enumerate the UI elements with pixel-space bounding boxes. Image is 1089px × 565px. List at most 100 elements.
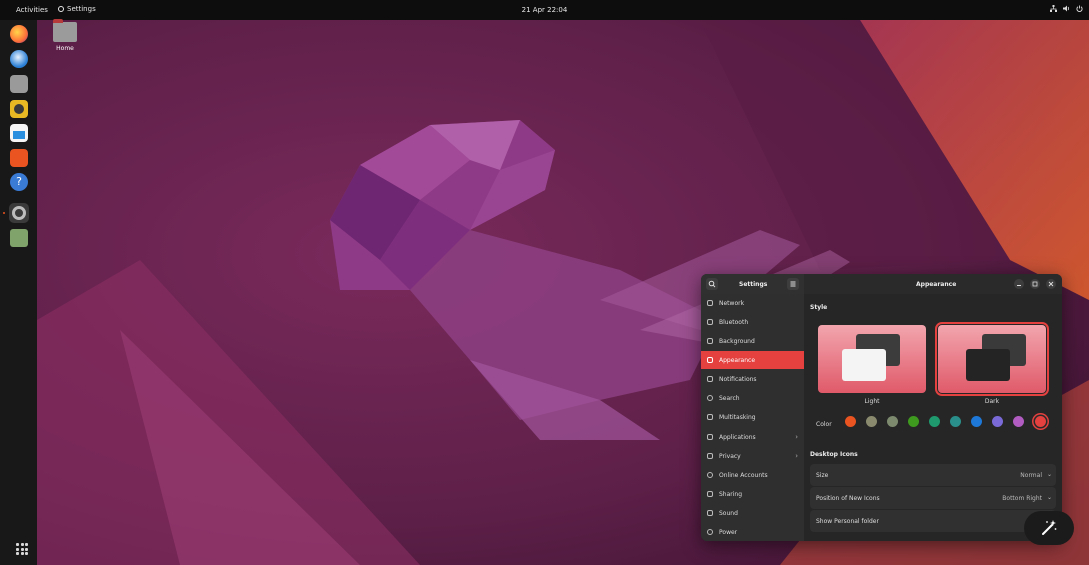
bluetooth-icon — [707, 319, 713, 325]
sidebar-item-power[interactable]: Power — [701, 523, 804, 541]
color-swatch-orange[interactable] — [845, 416, 856, 427]
style-light-option[interactable] — [818, 325, 926, 393]
sidebar-item-notifications[interactable]: Notifications — [701, 370, 804, 388]
color-swatch-magenta[interactable] — [1013, 416, 1024, 427]
settings-sidebar: Settings Network Bluetooth Background Ap… — [701, 274, 804, 541]
online-accounts-icon — [707, 472, 713, 478]
color-swatch-viridian[interactable] — [929, 416, 940, 427]
hand-icon — [707, 453, 713, 459]
window-preview — [966, 349, 1010, 381]
applications-icon — [707, 434, 713, 440]
color-swatch-purple[interactable] — [992, 416, 1003, 427]
color-swatch-olive[interactable] — [908, 416, 919, 427]
dock: ? — [0, 20, 37, 565]
search-icon — [707, 395, 713, 401]
desktop-icons-size-row[interactable]: Size Normal ⌄ — [810, 464, 1056, 486]
sidebar-item-label: Sound — [719, 510, 738, 517]
menu-button[interactable] — [787, 278, 799, 290]
trash-icon[interactable] — [10, 229, 28, 247]
sidebar-item-privacy[interactable]: Privacy › — [701, 447, 804, 465]
thunderbird-icon[interactable] — [10, 50, 28, 68]
sidebar-item-label: Privacy — [719, 453, 741, 460]
ubuntu-software-icon[interactable] — [10, 149, 28, 167]
settings-icon[interactable] — [9, 203, 29, 223]
home-folder[interactable]: Home — [52, 19, 78, 52]
chevron-down-icon: ⌄ — [1046, 471, 1052, 478]
hamburger-icon — [790, 281, 796, 287]
sidebar-item-sharing[interactable]: Sharing — [701, 485, 804, 503]
settings-window: Settings Network Bluetooth Background Ap… — [701, 274, 1062, 541]
search-icon — [708, 280, 716, 288]
sidebar-item-label: Multitasking — [719, 414, 756, 421]
network-icon — [1050, 5, 1057, 12]
help-icon[interactable]: ? — [10, 173, 28, 191]
style-section-title: Style — [810, 304, 828, 311]
sidebar-item-network[interactable]: Network — [701, 294, 804, 312]
size-value: Normal — [1020, 472, 1042, 479]
chevron-right-icon: › — [795, 452, 798, 460]
sidebar-item-label: Online Accounts — [719, 472, 768, 479]
desktop-icons-section-title: Desktop Icons — [810, 451, 858, 458]
magic-edit-button[interactable] — [1024, 511, 1074, 545]
multitasking-icon — [707, 414, 713, 420]
show-personal-folder-label: Show Personal folder — [816, 518, 879, 525]
position-label: Position of New Icons — [816, 495, 880, 502]
sidebar-item-label: Search — [719, 395, 740, 402]
sidebar-title: Settings — [739, 281, 768, 288]
show-personal-folder-row: Show Personal folder — [810, 510, 1056, 532]
size-label: Size — [816, 472, 829, 479]
color-swatch-sage[interactable] — [887, 416, 898, 427]
sidebar-item-applications[interactable]: Applications › — [701, 428, 804, 446]
style-dark-label: Dark — [984, 398, 1000, 405]
color-swatch-blue[interactable] — [971, 416, 982, 427]
power-icon — [1076, 5, 1083, 12]
main-header: Appearance — [804, 274, 1062, 295]
firefox-icon[interactable] — [10, 25, 28, 43]
style-dark-option[interactable] — [935, 322, 1049, 396]
system-tray[interactable] — [1050, 5, 1083, 12]
color-swatch-prussian[interactable] — [950, 416, 961, 427]
sidebar-item-label: Sharing — [719, 491, 743, 498]
rhythmbox-icon[interactable] — [10, 100, 28, 118]
network-icon — [707, 300, 713, 306]
chevron-right-icon: › — [795, 433, 798, 441]
home-folder-label: Home — [56, 45, 74, 52]
page-title: Appearance — [916, 281, 957, 288]
bell-icon — [707, 376, 713, 382]
sidebar-item-search[interactable]: Search — [701, 389, 804, 407]
show-applications-button[interactable] — [16, 543, 28, 555]
close-button[interactable] — [1046, 279, 1056, 289]
libreoffice-writer-icon[interactable] — [10, 124, 28, 142]
sidebar-item-label: Background — [719, 338, 755, 345]
color-swatch-red[interactable] — [1035, 416, 1046, 427]
background-icon — [707, 338, 713, 344]
sidebar-item-label: Network — [719, 300, 745, 307]
sidebar-header: Settings — [701, 274, 804, 294]
color-swatch-bark[interactable] — [866, 416, 877, 427]
top-bar: Activities Settings 21 Apr 22:04 — [0, 0, 1089, 20]
volume-icon — [1063, 5, 1070, 12]
sidebar-item-sound[interactable]: Sound — [701, 504, 804, 522]
sidebar-item-background[interactable]: Background — [701, 332, 804, 350]
files-icon[interactable] — [10, 75, 28, 93]
sidebar-item-label: Bluetooth — [719, 319, 749, 326]
window-preview — [842, 349, 886, 381]
color-label: Color — [816, 421, 832, 428]
sidebar-item-online-accounts[interactable]: Online Accounts — [701, 466, 804, 484]
sidebar-item-label: Notifications — [719, 376, 757, 383]
sidebar-item-appearance[interactable]: Appearance — [701, 351, 804, 369]
position-value: Bottom Right — [1002, 495, 1042, 502]
chevron-down-icon: ⌄ — [1046, 494, 1052, 501]
home-folder-icon — [53, 19, 77, 42]
sidebar-item-label: Power — [719, 529, 738, 536]
sidebar-item-multitasking[interactable]: Multitasking — [701, 408, 804, 426]
power-icon — [707, 529, 713, 535]
minimize-button[interactable] — [1014, 279, 1024, 289]
clock[interactable]: 21 Apr 22:04 — [0, 6, 1089, 14]
new-icons-position-row[interactable]: Position of New Icons Bottom Right ⌄ — [810, 487, 1056, 509]
sidebar-item-label: Applications — [719, 434, 756, 441]
sidebar-item-bluetooth[interactable]: Bluetooth — [701, 313, 804, 331]
share-icon — [707, 491, 713, 497]
search-button[interactable] — [706, 278, 718, 290]
maximize-button[interactable] — [1030, 279, 1040, 289]
